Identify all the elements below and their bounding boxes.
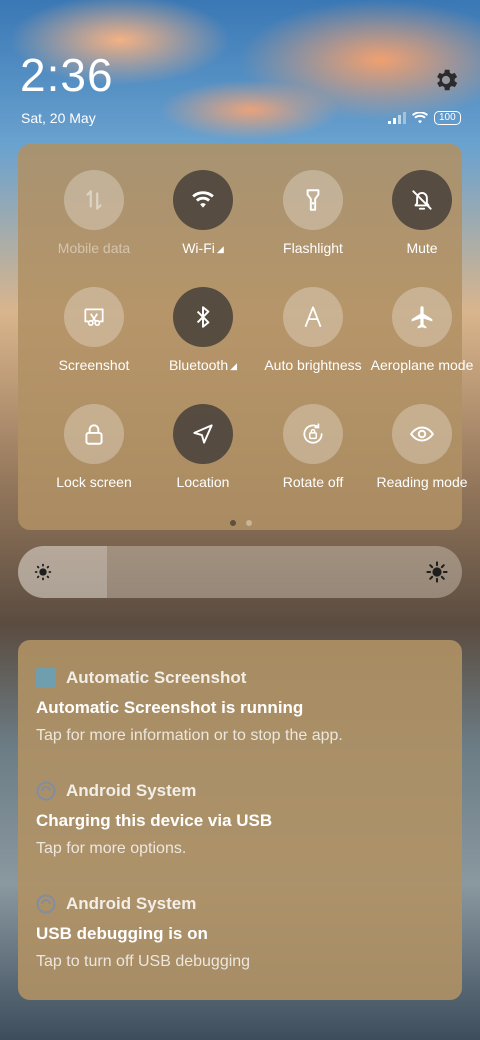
tile-auto-brightness[interactable]: Auto brightness <box>258 261 368 373</box>
status-bar: 2:36 Sat, 20 May 100 <box>0 0 480 140</box>
flashlight-icon <box>306 189 320 211</box>
date: Sat, 20 May <box>21 110 96 126</box>
battery-indicator: 100 <box>434 111 461 125</box>
automatic-screenshot-app-icon <box>36 668 56 688</box>
tile-label: Bluetooth ◢ <box>140 357 266 373</box>
tile-label-text: Reading mode <box>376 474 468 490</box>
tile-button[interactable] <box>392 404 452 464</box>
wifi-icon <box>192 191 214 208</box>
notification-title: USB debugging is on <box>36 924 208 943</box>
brightness-slider[interactable] <box>18 546 462 598</box>
tile-label-text: Mute <box>406 240 438 256</box>
tile-button[interactable] <box>173 287 233 347</box>
tile-button[interactable] <box>64 170 124 230</box>
tile-wi-fi[interactable]: Wi-Fi ◢ <box>148 144 258 256</box>
android-system-icon <box>36 894 56 914</box>
tile-label: Mute <box>359 240 480 256</box>
tile-location[interactable]: Location <box>148 378 258 490</box>
tile-label-text: Screenshot <box>58 357 130 373</box>
tile-label: Lock screen <box>31 474 157 490</box>
notification-text: Tap for more options. <box>36 840 187 857</box>
mute-bell-icon <box>412 190 432 210</box>
low-brightness-icon <box>34 563 52 581</box>
location-arrow-icon <box>193 424 213 444</box>
tile-mobile-data[interactable]: Mobile data <box>39 144 149 256</box>
tile-aeroplane-mode[interactable]: Aeroplane mode <box>367 261 477 373</box>
notification-app-name: Android System <box>66 781 197 800</box>
page-dot-active <box>230 520 236 526</box>
tile-button[interactable] <box>283 170 343 230</box>
notification-app-name: Automatic Screenshot <box>66 668 247 687</box>
tile-label: Screenshot <box>31 357 157 373</box>
tile-button[interactable] <box>173 170 233 230</box>
system-icons: 100 <box>388 110 461 126</box>
wifi-status-icon <box>412 112 428 124</box>
tile-button[interactable] <box>64 404 124 464</box>
screenshot-scissors-icon <box>84 308 104 326</box>
rotate-lock-icon <box>303 423 323 444</box>
tile-label: Auto brightness <box>250 357 376 373</box>
lock-icon <box>85 424 103 445</box>
auto-brightness-icon <box>304 306 322 328</box>
notification-automatic-screenshot[interactable]: Automatic Screenshot Automatic Screensho… <box>36 666 456 745</box>
tile-label: Aeroplane mode <box>359 357 480 373</box>
tile-button[interactable] <box>283 404 343 464</box>
notification-text: Tap for more information or to stop the … <box>36 727 343 744</box>
page-dot <box>246 520 252 526</box>
notification-usb-charging[interactable]: Android System Charging this device via … <box>36 779 456 858</box>
mobile-data-icon <box>86 190 102 210</box>
airplane-icon <box>411 306 433 329</box>
high-brightness-icon <box>426 561 448 583</box>
tile-screenshot[interactable]: Screenshot <box>39 261 149 373</box>
tile-reading-mode[interactable]: Reading mode <box>367 378 477 490</box>
notification-app-name: Android System <box>66 894 197 913</box>
tile-label-text: Location <box>176 474 230 490</box>
tile-flashlight[interactable]: Flashlight <box>258 144 368 256</box>
tile-label: Reading mode <box>359 474 480 490</box>
expand-indicator-icon: ◢ <box>230 361 238 371</box>
tile-label-text: Rotate off <box>282 474 344 490</box>
tile-label-text: Mobile data <box>57 240 131 256</box>
settings-gear-icon[interactable] <box>432 66 460 94</box>
android-system-icon <box>36 781 56 801</box>
tile-label-text: Wi-Fi <box>182 240 215 256</box>
tile-label-text: Lock screen <box>56 474 132 490</box>
tile-button[interactable] <box>64 287 124 347</box>
tile-button[interactable] <box>173 404 233 464</box>
eye-icon <box>410 426 434 442</box>
tile-bluetooth[interactable]: Bluetooth ◢ <box>148 261 258 373</box>
tile-button[interactable] <box>392 287 452 347</box>
notification-text: Tap to turn off USB debugging <box>36 953 251 970</box>
tile-button[interactable] <box>392 170 452 230</box>
tile-label-text: Aeroplane mode <box>370 357 474 373</box>
tile-label-text: Bluetooth <box>168 357 229 373</box>
clock: 2:36 <box>20 49 114 101</box>
tile-label: Location <box>140 474 266 490</box>
bluetooth-icon <box>196 306 210 328</box>
tile-lock-screen[interactable]: Lock screen <box>39 378 149 490</box>
tile-label: Mobile data <box>31 240 157 256</box>
tile-rotate-off[interactable]: Rotate off <box>258 378 368 490</box>
signal-icon <box>388 112 406 124</box>
notification-panel: Automatic Screenshot Automatic Screensho… <box>18 640 462 1000</box>
tile-label: Rotate off <box>250 474 376 490</box>
tile-label-text: Flashlight <box>283 240 343 256</box>
expand-indicator-icon: ◢ <box>216 244 224 254</box>
tile-label: Flashlight <box>250 240 376 256</box>
tile-mute[interactable]: Mute <box>367 144 477 256</box>
page-indicator <box>230 520 252 526</box>
tile-button[interactable] <box>283 287 343 347</box>
tile-label-text: Auto brightness <box>264 357 362 373</box>
notification-usb-debugging[interactable]: Android System USB debugging is on Tap t… <box>36 892 456 971</box>
notification-title: Charging this device via USB <box>36 811 273 830</box>
tile-label: Wi-Fi ◢ <box>140 240 266 256</box>
quick-settings-panel: Mobile data Wi-Fi ◢ Flashlight Mute Screensho… <box>18 144 473 530</box>
notification-title: Automatic Screenshot is running <box>36 698 304 717</box>
